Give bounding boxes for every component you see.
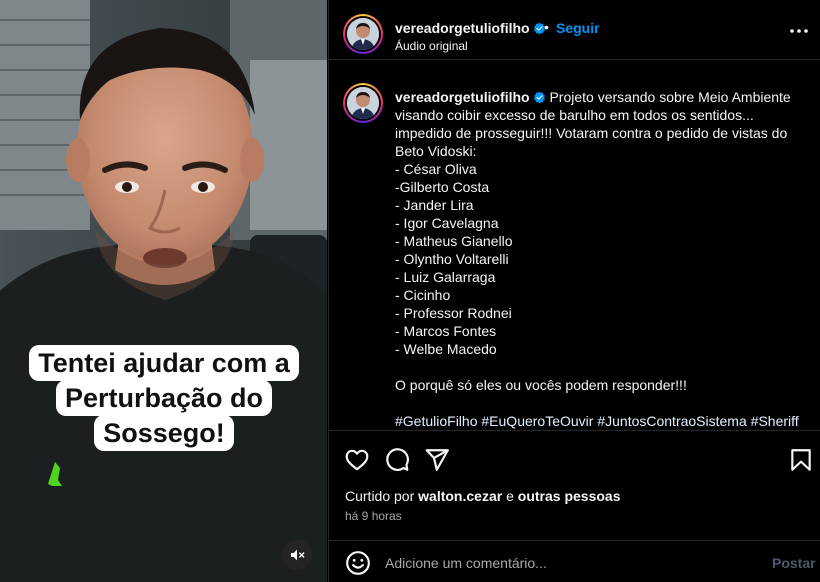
post-comment-button[interactable]: Postar	[772, 555, 816, 571]
caption-line: - Professor Rodnei	[395, 305, 512, 321]
heart-icon[interactable]	[344, 447, 370, 473]
action-bar: Curtido por walton.cezar e outras pessoa…	[329, 430, 820, 550]
speaker-muted-icon	[291, 549, 305, 561]
hashtag-link[interactable]: #EuQueroTeOuvir	[481, 413, 593, 429]
avatar[interactable]	[343, 83, 383, 123]
profile-photo	[347, 87, 379, 119]
caption-line: - Olyntho Voltarelli	[395, 251, 509, 267]
avatar[interactable]	[343, 14, 383, 54]
profile-photo	[347, 18, 379, 50]
hashtag-link[interactable]: #Sheriff	[751, 413, 799, 429]
caption-line: impedido de prosseguir!!! Votaram contra…	[395, 125, 788, 141]
video-overlay-caption: Tentei ajudar com a Perturbação do Sosse…	[24, 345, 304, 451]
comment-icon[interactable]	[384, 447, 410, 473]
caption-line: - Cicinho	[395, 287, 451, 303]
likes-prefix: Curtido por	[345, 488, 415, 504]
likes-others-link[interactable]: outras pessoas	[518, 488, 621, 504]
caption-line: - Marcos Fontes	[395, 323, 497, 339]
header-username[interactable]: vereadorgetuliofilho	[395, 20, 546, 36]
share-icon[interactable]	[424, 447, 450, 473]
post-timestamp[interactable]: há 9 horas	[345, 509, 402, 523]
caption-line: - Matheus Gianello	[395, 233, 513, 249]
follow-button[interactable]: Seguir	[556, 20, 600, 36]
caption-question: O porquê só eles ou vocês podem responde…	[395, 377, 687, 393]
hashtag-line: #GetulioFilho #EuQueroTeOuvir #JuntosCon…	[395, 412, 805, 430]
more-horizontal-icon[interactable]	[788, 24, 810, 38]
caption-line: - Luiz Galarraga	[395, 269, 496, 285]
caption-text: vereadorgetuliofilho Projeto versando so…	[395, 88, 805, 430]
caption-line: - César Oliva	[395, 161, 477, 177]
likes-summary: Curtido por walton.cezar e outras pessoa…	[345, 488, 620, 504]
mute-button[interactable]	[282, 540, 312, 570]
video-frame	[0, 0, 327, 582]
original-audio-link[interactable]: Áudio original	[395, 39, 468, 53]
caption-section: vereadorgetuliofilho Projeto versando so…	[329, 60, 820, 430]
liker-username[interactable]: walton.cezar	[418, 488, 502, 504]
caption-line: -Gilberto Costa	[395, 179, 490, 195]
caption-line: - Welbe Macedo	[395, 341, 497, 357]
caption-line: visando coibir excesso de barulho em tod…	[395, 107, 754, 123]
hashtag-link[interactable]: #JuntosContraoSistema	[597, 413, 746, 429]
comment-bar: Postar	[329, 540, 820, 582]
likes-conjunction: e	[506, 488, 514, 504]
caption-username[interactable]: vereadorgetuliofilho	[395, 89, 530, 105]
post-side-panel: vereadorgetuliofilho • Seguir Áudio orig…	[328, 0, 820, 582]
overlay-line: Perturbação do	[55, 380, 273, 416]
hashtag-link[interactable]: #GetulioFilho	[395, 413, 478, 429]
save-icon[interactable]	[788, 447, 814, 473]
separator-dot: •	[544, 19, 549, 35]
emoji-icon[interactable]	[345, 550, 371, 576]
verified-badge-icon	[533, 91, 545, 104]
reel-video[interactable]: Tentei ajudar com a Perturbação do Sosse…	[0, 0, 327, 582]
overlay-line: Tentei ajudar com a	[29, 345, 299, 381]
overlay-line: Sossego!	[94, 415, 234, 451]
comment-input[interactable]	[385, 553, 755, 573]
caption-line: Projeto versando sobre Meio Ambiente	[549, 89, 791, 105]
caption-line: - Jander Lira	[395, 197, 474, 213]
post-header: vereadorgetuliofilho • Seguir Áudio orig…	[329, 0, 820, 60]
caption-line: Beto Vidoski:	[395, 143, 477, 159]
caption-line: - Igor Cavelagna	[395, 215, 499, 231]
